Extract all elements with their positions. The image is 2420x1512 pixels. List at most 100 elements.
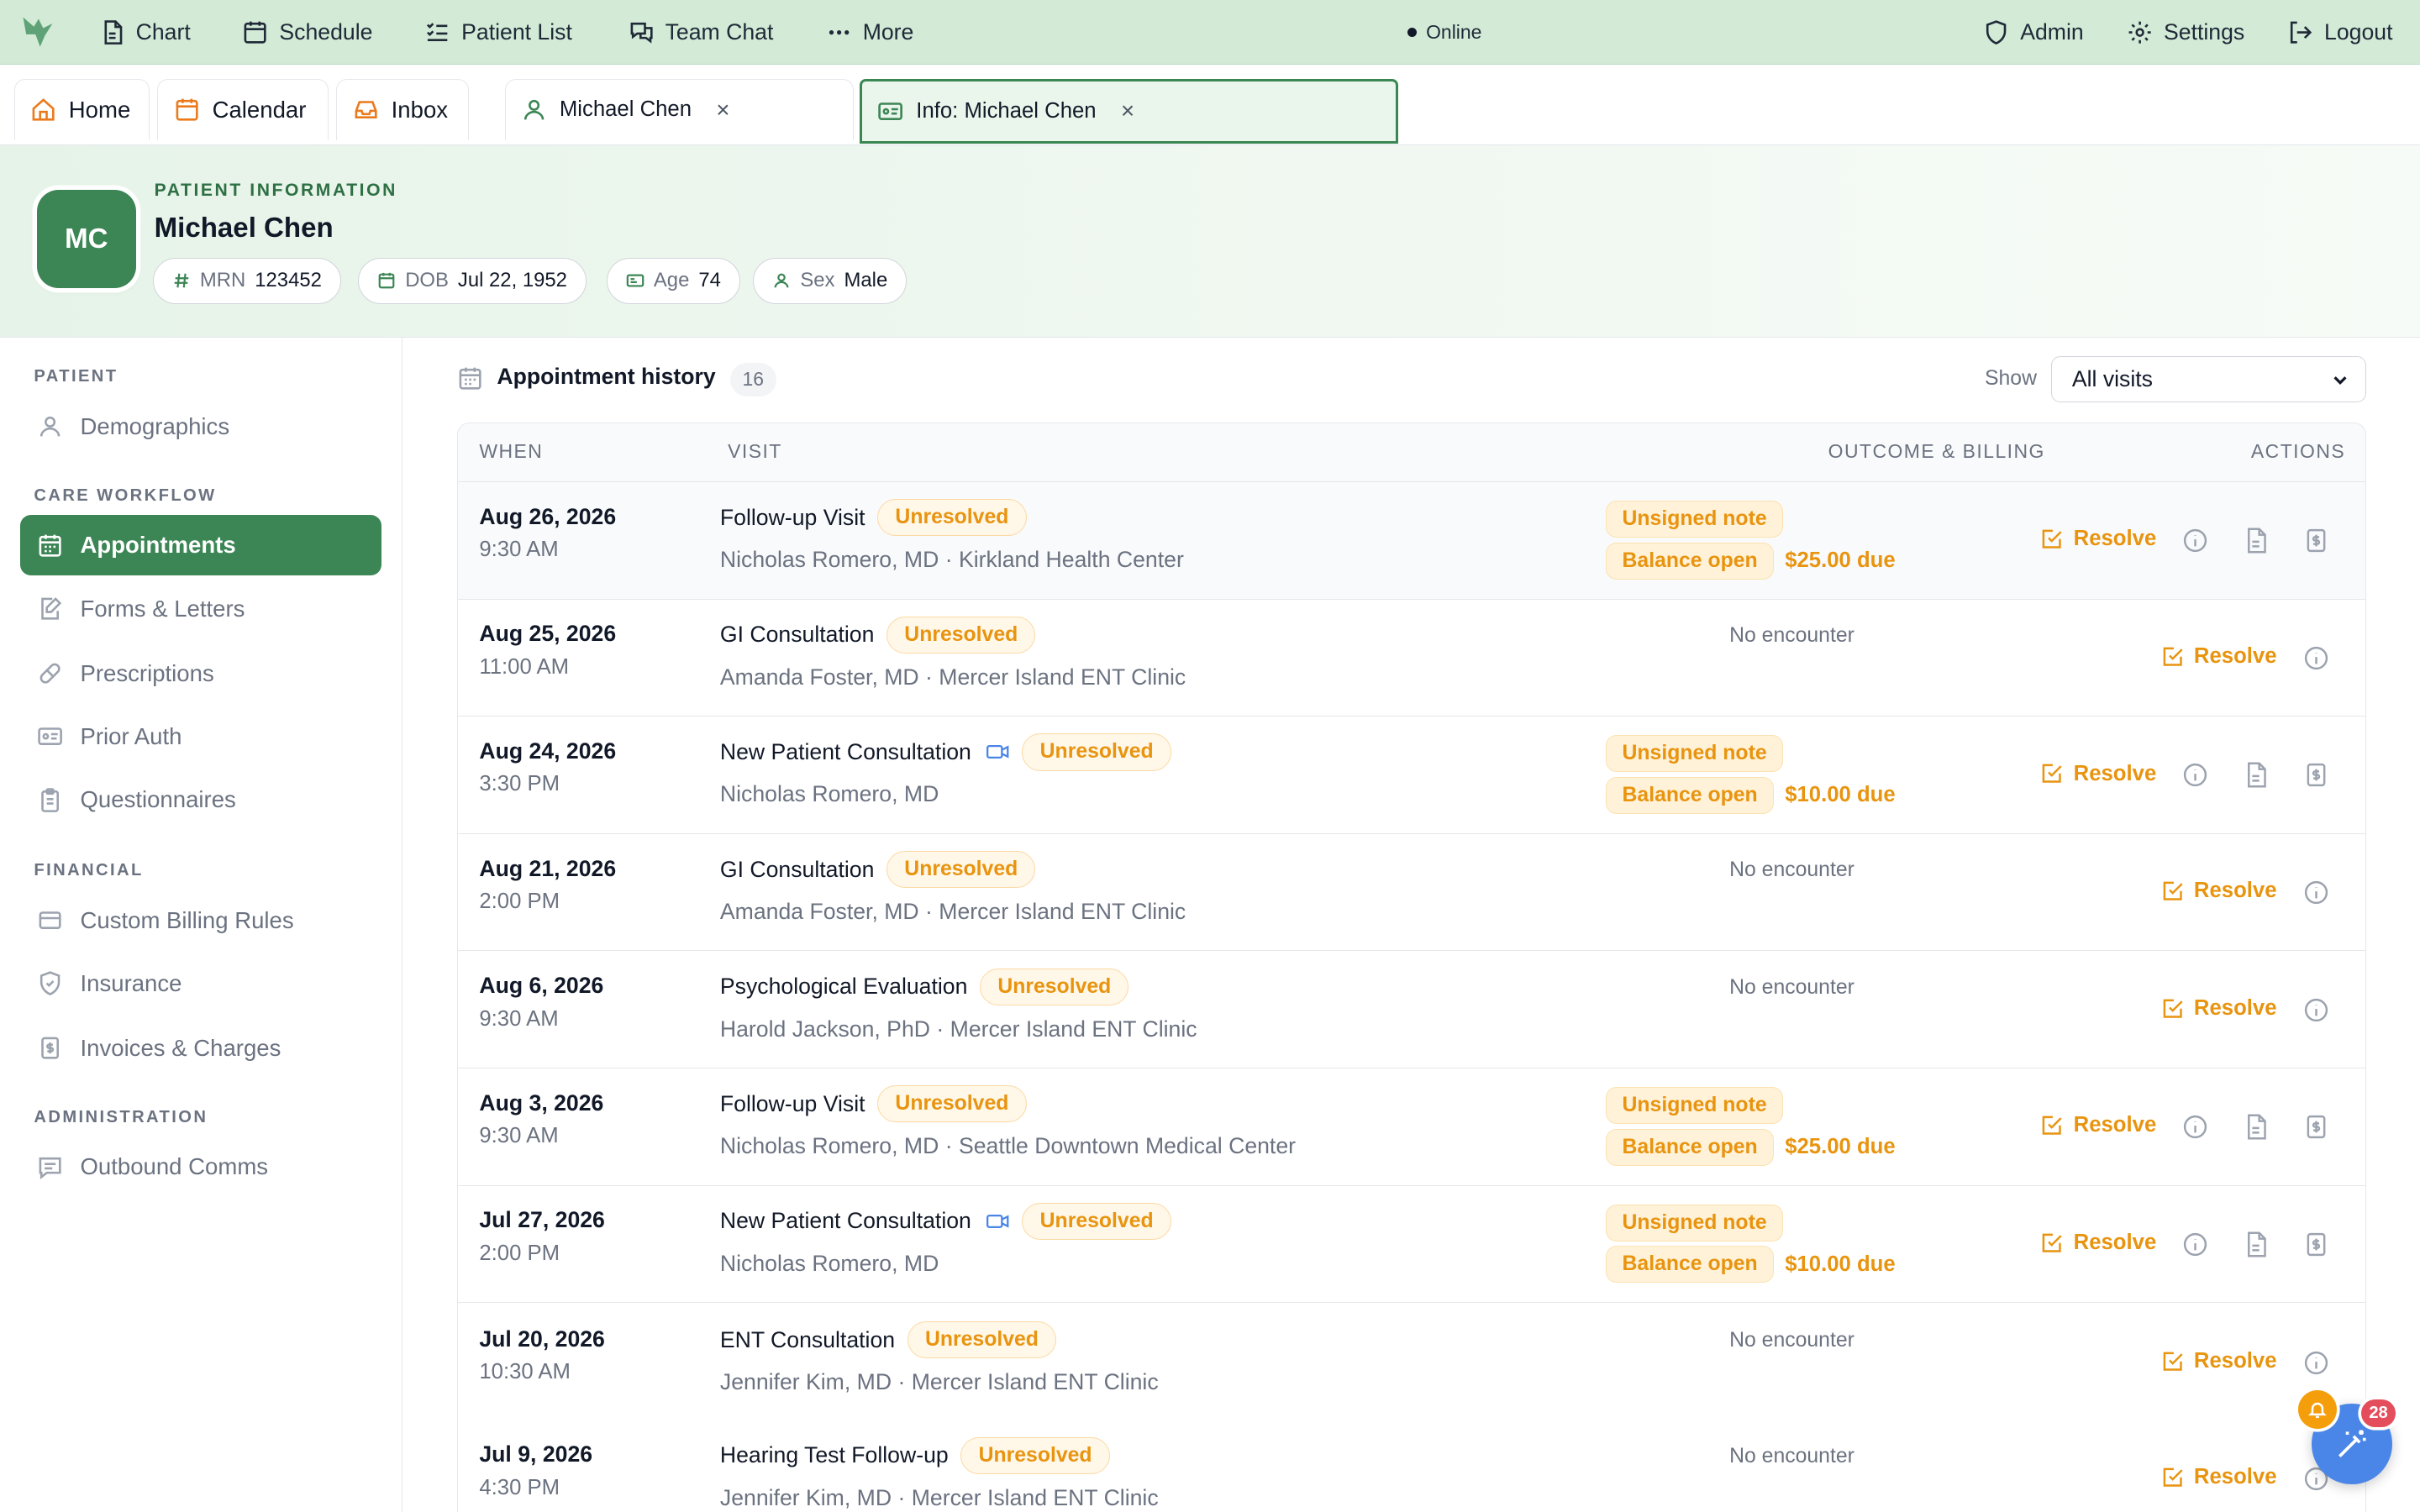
nav-settings[interactable]: Settings <box>2127 0 2244 65</box>
appointment-date: Aug 25, 2026 <box>479 621 617 647</box>
clipboard-icon <box>41 788 60 812</box>
nav-patient-list[interactable]: Patient List <box>424 0 572 65</box>
chip-dob: DOB Jul 22, 1952 <box>358 257 587 304</box>
nav-chart-label: Chart <box>135 19 191 45</box>
tab-inbox[interactable]: Inbox <box>336 78 470 141</box>
note-icon[interactable] <box>2242 527 2270 554</box>
tab-info-michael-chen[interactable]: Info: Michael Chen × <box>860 78 1399 144</box>
appointment-date: Jul 20, 2026 <box>479 1326 605 1352</box>
note-icon[interactable] <box>2242 761 2270 789</box>
checkbox-icon <box>2039 1113 2064 1137</box>
billing-icon[interactable] <box>2302 1113 2330 1141</box>
close-icon[interactable]: × <box>716 97 729 123</box>
tab-patient-label: Michael Chen <box>559 97 692 122</box>
info-icon[interactable] <box>2302 644 2330 672</box>
tab-patient-michael-chen[interactable]: Michael Chen × <box>504 78 854 141</box>
visit-type[interactable]: Psychological Evaluation <box>720 974 968 1000</box>
visit-type[interactable]: Hearing Test Follow-up <box>720 1442 949 1468</box>
sidebar-item-custom-billing-rules[interactable]: Custom Billing Rules <box>20 890 381 951</box>
balance-open-badge[interactable]: Balance open <box>1606 776 1775 814</box>
home-icon <box>32 98 55 121</box>
resolve-button[interactable]: Resolve <box>2039 527 2156 551</box>
id-card-icon <box>38 727 62 746</box>
sidebar-item-forms-letters[interactable]: Forms & Letters <box>20 579 381 639</box>
visit-filter-select[interactable]: All visits <box>2050 356 2366 403</box>
chip-mrn-value: 123452 <box>255 269 322 292</box>
resolve-button[interactable]: Resolve <box>2039 1113 2156 1137</box>
close-icon[interactable]: × <box>1121 97 1134 124</box>
resolve-button[interactable]: Resolve <box>2160 879 2277 903</box>
nav-logout[interactable]: Logout <box>2287 0 2392 65</box>
sidebar-item-demographics[interactable]: Demographics <box>20 396 381 457</box>
note-icon[interactable] <box>2242 1113 2270 1141</box>
info-icon[interactable] <box>2302 879 2330 906</box>
billing-icon[interactable] <box>2302 761 2330 789</box>
id-card-icon <box>626 274 644 287</box>
resolve-label: Resolve <box>2073 1113 2157 1137</box>
resolve-button[interactable]: Resolve <box>2039 1231 2156 1255</box>
resolve-button[interactable]: Resolve <box>2160 996 2277 1021</box>
appointment-time: 9:30 AM <box>479 538 559 562</box>
billing-icon[interactable] <box>2302 1231 2330 1258</box>
resolve-label: Resolve <box>2193 644 2277 669</box>
bell-icon[interactable] <box>2297 1389 2337 1429</box>
info-icon[interactable] <box>2181 761 2209 789</box>
nav-schedule[interactable]: Schedule <box>242 0 372 65</box>
tab-calendar[interactable]: Calendar <box>157 78 329 141</box>
nav-chart[interactable]: Chart <box>99 0 191 65</box>
sidebar-item-insurance[interactable]: Insurance <box>20 953 381 1014</box>
table-header: WHEN VISIT OUTCOME & BILLING ACTIONS <box>457 423 2365 483</box>
table-row: Jul 9, 2026 4:30 PM Hearing Test Follow-up… <box>457 1420 2365 1512</box>
info-icon[interactable] <box>2181 1231 2209 1258</box>
visit-type[interactable]: Follow-up Visit <box>720 1091 865 1117</box>
nav-more[interactable]: More <box>826 0 913 65</box>
balance-open-badge[interactable]: Balance open <box>1606 1246 1775 1284</box>
billing-icon[interactable] <box>2302 527 2330 554</box>
sidebar-item-appointments[interactable]: Appointments <box>19 515 381 576</box>
sidebar-item-outbound-comms[interactable]: Outbound Comms <box>20 1137 381 1198</box>
app-logo-icon[interactable] <box>18 14 55 48</box>
tab-inbox-label: Inbox <box>391 96 449 123</box>
sidebar-item-questionnaires[interactable]: Questionnaires <box>20 770 381 831</box>
resolve-button[interactable]: Resolve <box>2160 1465 2277 1489</box>
sidebar-item-prescriptions[interactable]: Prescriptions <box>20 643 381 704</box>
visit-type[interactable]: New Patient Consultation <box>720 739 971 765</box>
show-label: Show <box>1984 367 2037 391</box>
unsigned-note-badge[interactable]: Unsigned note <box>1606 735 1783 773</box>
provider-location: Jennifer Kim, MD · Mercer Island ENT Cli… <box>719 1369 1159 1395</box>
visit-type[interactable]: GI Consultation <box>720 622 875 648</box>
balance-open-badge[interactable]: Balance open <box>1606 1128 1775 1166</box>
sidebar-item-label: Prescriptions <box>80 659 214 686</box>
resolve-button[interactable]: Resolve <box>2039 761 2156 785</box>
visit-type[interactable]: New Patient Consultation <box>720 1208 971 1234</box>
info-icon[interactable] <box>2181 1113 2209 1141</box>
tab-home[interactable]: Home <box>13 78 150 141</box>
sidebar-item-label: Forms & Letters <box>80 595 245 622</box>
info-icon[interactable] <box>2181 527 2209 554</box>
video-icon <box>986 1212 1010 1231</box>
magic-wand-icon <box>2338 1430 2366 1458</box>
visit-type[interactable]: Follow-up Visit <box>720 505 865 531</box>
balance-open-badge[interactable]: Balance open <box>1606 542 1775 580</box>
info-icon[interactable] <box>2302 996 2330 1024</box>
calendar-icon <box>39 534 61 557</box>
resolve-label: Resolve <box>2073 527 2157 551</box>
nav-team-chat[interactable]: Team Chat <box>629 0 773 65</box>
sidebar-item-prior-auth[interactable]: Prior Auth <box>20 706 381 767</box>
resolve-button[interactable]: Resolve <box>2160 1349 2277 1373</box>
appointment-date: Aug 26, 2026 <box>479 503 617 529</box>
unsigned-note-badge[interactable]: Unsigned note <box>1606 1204 1783 1242</box>
visit-type[interactable]: GI Consultation <box>720 857 875 883</box>
note-icon[interactable] <box>2242 1231 2270 1258</box>
sidebar-item-invoices-charges[interactable]: Invoices & Charges <box>20 1018 381 1079</box>
nav-admin[interactable]: Admin <box>1983 0 2084 65</box>
info-icon[interactable] <box>2302 1349 2330 1377</box>
resolve-button[interactable]: Resolve <box>2160 644 2277 669</box>
provider-location: Nicholas Romero, MD <box>719 781 939 807</box>
no-encounter-label: No encounter <box>1729 1329 1854 1352</box>
checkbox-icon <box>2160 996 2185 1021</box>
calendar-icon <box>459 367 481 390</box>
unsigned-note-badge[interactable]: Unsigned note <box>1606 501 1783 538</box>
visit-type[interactable]: ENT Consultation <box>720 1327 895 1353</box>
unsigned-note-badge[interactable]: Unsigned note <box>1606 1087 1783 1125</box>
